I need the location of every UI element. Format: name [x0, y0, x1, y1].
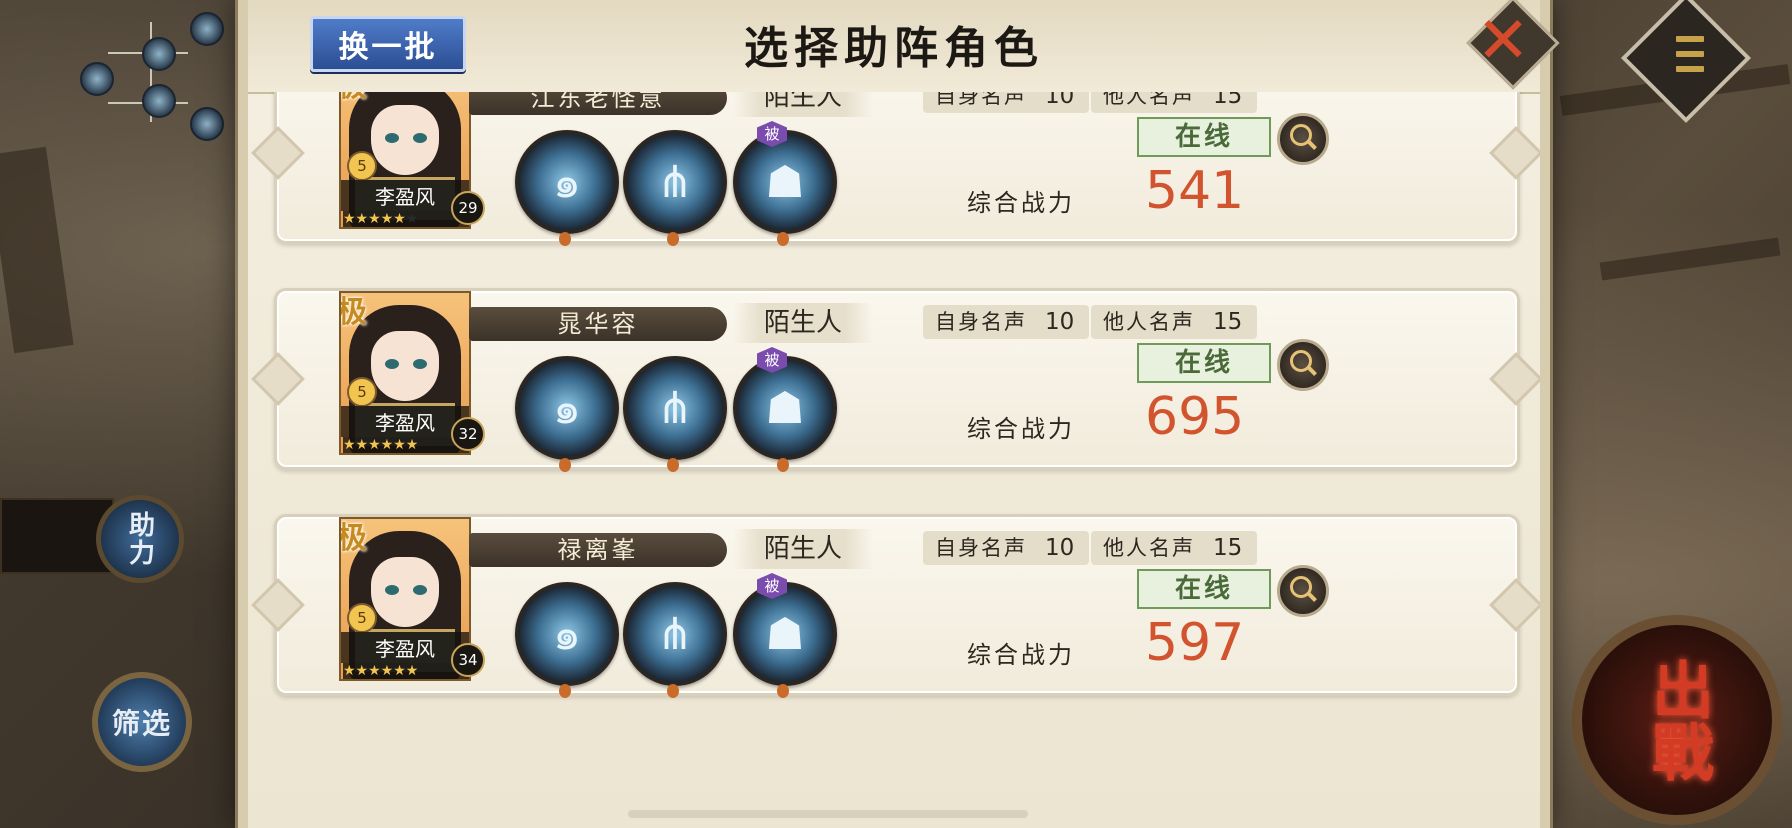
power-value: 541 [1145, 161, 1245, 221]
player-name: 禄离峯 [469, 533, 727, 567]
player-card[interactable]: 极 5 李盈风 ★★★★★★ 32 晁华容 陌生人 自身名声 10 他人名声 15 … [274, 288, 1520, 472]
filter-button[interactable]: 筛选 [92, 672, 192, 772]
rank-badge: 极 [341, 92, 367, 105]
scrollbar[interactable] [628, 810, 1028, 818]
hero-name: 李盈风 [341, 632, 469, 663]
relation-label: 陌生人 [733, 529, 873, 569]
relation-label: 陌生人 [733, 92, 873, 117]
ice-spikes-skill-icon[interactable]: ⋔ [623, 356, 727, 472]
view-details-button[interactable] [1277, 565, 1329, 617]
panel-header: 换一批 选择助阵角色 ✕ [248, 0, 1560, 94]
online-status-badge: 在线 [1137, 117, 1271, 157]
mask-passive-skill-icon[interactable]: ☗ [733, 356, 837, 472]
close-icon[interactable]: ✕ [1468, 6, 1538, 76]
online-status-badge: 在线 [1137, 343, 1271, 383]
map-node-icon[interactable] [142, 37, 176, 71]
hero-name: 李盈风 [341, 406, 469, 437]
star-level-icon: 5 [347, 377, 377, 407]
rank-badge: 极 [339, 295, 367, 330]
online-status-badge: 在线 [1137, 569, 1271, 609]
map-node-icon[interactable] [142, 84, 176, 118]
map-node-icon[interactable] [80, 62, 114, 96]
self-fame: 自身名声 10 [923, 92, 1089, 113]
other-fame: 他人名声 15 [1091, 531, 1257, 565]
battle-label: 出戰 [1641, 658, 1714, 782]
map-node-icon[interactable] [190, 12, 224, 46]
self-fame: 自身名声 10 [923, 305, 1089, 339]
power-value: 597 [1145, 613, 1245, 673]
map-node-icon[interactable] [190, 107, 224, 141]
star-level-icon: 5 [347, 603, 377, 633]
hero-level: 34 [451, 643, 485, 677]
minimap[interactable] [80, 12, 230, 142]
power-label: 综合战力 [967, 415, 1075, 443]
swirl-wind-skill-icon[interactable]: ๑ [515, 130, 619, 246]
player-card[interactable]: 极 5 李盈风 ★★★★★★ 34 禄离峯 陌生人 自身名声 10 他人名声 15 … [274, 514, 1520, 698]
swirl-wind-skill-icon[interactable]: ๑ [515, 582, 619, 698]
battle-button[interactable]: 出戰 [1572, 615, 1782, 825]
select-helper-panel: 换一批 选择助阵角色 ✕ 极 5 李盈风 ★★★★★★ 29 江东老怪意 陌生人… [238, 0, 1560, 828]
star-level-icon: 5 [347, 151, 377, 181]
swirl-wind-skill-icon[interactable]: ๑ [515, 356, 619, 472]
help-button[interactable]: 助力 [96, 495, 184, 583]
power-value: 695 [1145, 387, 1245, 447]
player-name: 晁华容 [469, 307, 727, 341]
self-fame: 自身名声 10 [923, 531, 1089, 565]
other-fame: 他人名声 15 [1091, 305, 1257, 339]
mask-passive-skill-icon[interactable]: ☗ [733, 130, 837, 246]
mask-passive-skill-icon[interactable]: ☗ [733, 582, 837, 698]
other-fame: 他人名声 15 [1091, 92, 1257, 113]
view-details-button[interactable] [1277, 339, 1329, 391]
page-title: 选择助阵角色 [744, 23, 1044, 74]
menu-icon [1676, 36, 1704, 72]
ice-spikes-skill-icon[interactable]: ⋔ [623, 130, 727, 246]
player-card[interactable]: 极 5 李盈风 ★★★★★★ 29 江东老怪意 陌生人 自身名声10 他人名声1… [274, 92, 1520, 246]
hero-level: 29 [451, 191, 485, 225]
power-label: 综合战力 [967, 641, 1075, 669]
power-label: 综合战力 [967, 189, 1075, 217]
hero-name: 李盈风 [341, 180, 469, 211]
rank-badge: 极 [339, 521, 367, 556]
player-name: 江东老怪意 [469, 92, 727, 115]
view-details-button[interactable] [1277, 113, 1329, 165]
relation-label: 陌生人 [733, 303, 873, 343]
hero-level: 32 [451, 417, 485, 451]
ice-spikes-skill-icon[interactable]: ⋔ [623, 582, 727, 698]
player-list[interactable]: 极 5 李盈风 ★★★★★★ 29 江东老怪意 陌生人 自身名声10 他人名声1… [248, 92, 1540, 828]
